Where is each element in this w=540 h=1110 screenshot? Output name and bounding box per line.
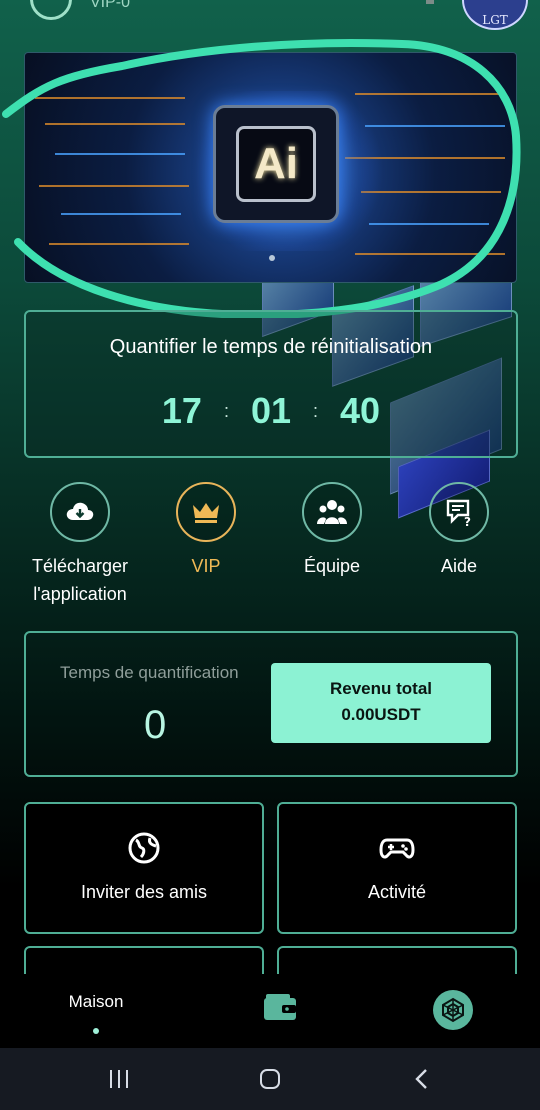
download-label-line1: Télécharger	[31, 556, 129, 576]
bottom-navigation: Maison	[0, 974, 540, 1048]
help-chat-icon: ?	[429, 482, 489, 542]
download-app-button[interactable]: Télécharger l'application	[20, 482, 140, 608]
wallet-icon[interactable]	[262, 992, 298, 1027]
system-navigation-bar	[0, 1048, 540, 1110]
timer-title: Quantifier le temps de réinitialisation	[109, 336, 433, 358]
invite-friends-tile[interactable]: Inviter des amis	[24, 802, 264, 934]
timer-separator: :	[313, 400, 319, 421]
team-label: Équipe	[303, 556, 361, 576]
quantification-card: Temps de quantification 0 Revenu total 0…	[24, 631, 518, 777]
back-icon[interactable]	[412, 1067, 432, 1096]
timer-hours: 17	[161, 390, 202, 431]
globe-icon	[126, 830, 162, 866]
recent-apps-icon[interactable]	[108, 1068, 130, 1095]
cloud-download-icon	[50, 482, 110, 542]
download-label-line2: l'application	[33, 584, 127, 604]
total-revenue-button[interactable]: Revenu total 0.00USDT	[271, 663, 491, 743]
network-icon[interactable]	[433, 990, 473, 1030]
activity-label: Activité	[367, 882, 427, 902]
active-indicator	[93, 1028, 99, 1034]
quantification-value: 0	[144, 703, 167, 747]
gamepad-icon	[379, 830, 415, 866]
countdown: 17 : 01 : 40	[26, 390, 516, 432]
team-icon	[302, 482, 362, 542]
help-button[interactable]: ? Aide	[399, 482, 519, 580]
invite-friends-label: Inviter des amis	[80, 882, 208, 902]
quantification-label: Temps de quantification	[60, 663, 239, 682]
highlight-annotation	[2, 38, 521, 318]
help-label: Aide	[440, 556, 478, 576]
timer-seconds: 40	[340, 390, 381, 431]
activity-tile[interactable]: Activité	[277, 802, 517, 934]
timer-separator: :	[223, 400, 229, 421]
crown-icon	[176, 482, 236, 542]
reset-timer-card: Quantifier le temps de réinitialisation …	[24, 310, 518, 458]
svg-text:?: ?	[464, 515, 471, 527]
signal-icon	[426, 0, 434, 4]
vip-label: VIP	[191, 556, 221, 576]
vip-level-label: VIP-0	[90, 0, 131, 11]
home-icon[interactable]	[258, 1067, 282, 1096]
revenue-title: Revenu total	[329, 679, 433, 698]
nav-home[interactable]: Maison	[56, 992, 136, 1012]
revenue-value: 0.00USDT	[341, 705, 421, 724]
avatar[interactable]	[30, 0, 72, 20]
timer-minutes: 01	[250, 390, 292, 431]
team-button[interactable]: Équipe	[272, 482, 392, 580]
vip-button[interactable]: VIP	[146, 482, 266, 580]
